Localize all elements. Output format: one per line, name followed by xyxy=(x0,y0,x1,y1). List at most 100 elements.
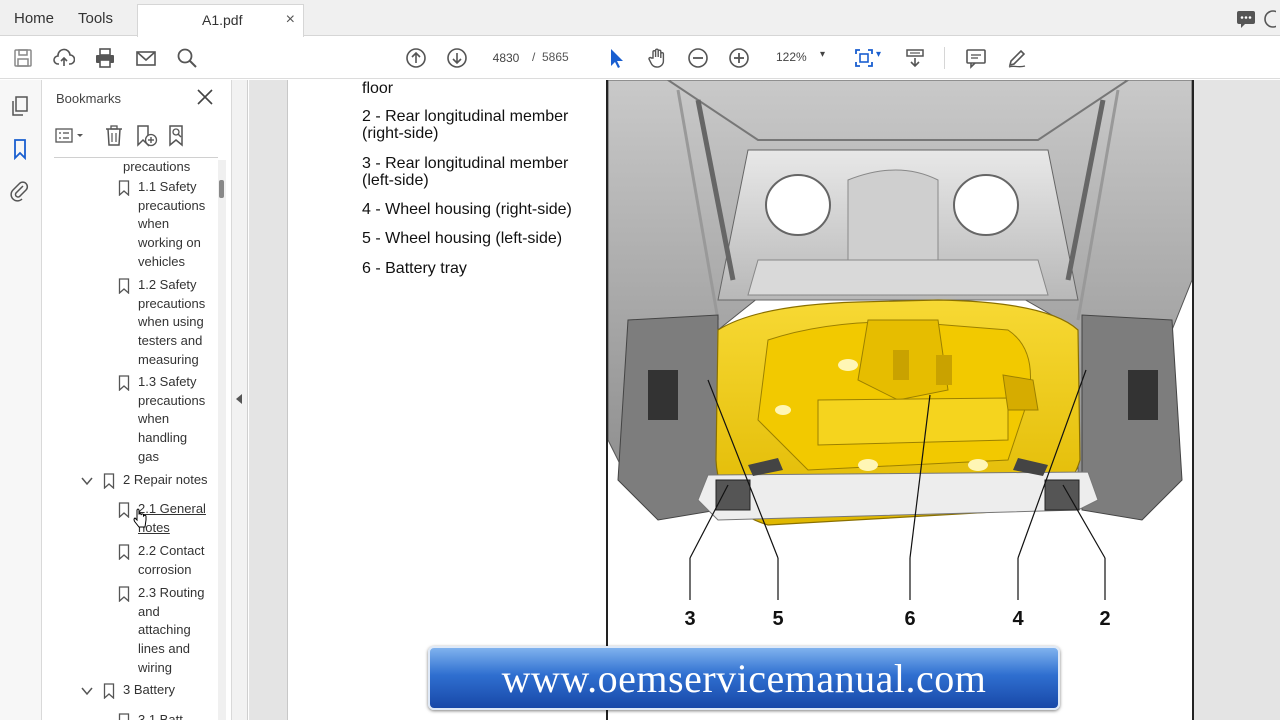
bookmark-item-label: when using xyxy=(138,314,204,330)
bookmark-item[interactable]: precautions xyxy=(123,158,190,177)
scroll-mode-button[interactable] xyxy=(903,46,927,70)
next-page-button[interactable] xyxy=(445,46,469,70)
print-icon xyxy=(96,48,114,68)
save-icon xyxy=(14,49,32,67)
close-tab-button[interactable]: × xyxy=(286,11,295,29)
zoom-out-icon xyxy=(688,48,708,68)
draw-button[interactable] xyxy=(1005,46,1029,70)
pdf-page: floor 2 - Rear longitudinal member (right-… xyxy=(287,80,1194,720)
watermark-banner: www.oemservicemanual.com xyxy=(428,646,1060,710)
zoom-in-icon xyxy=(729,48,749,68)
bookmark-item-label: wiring xyxy=(138,659,172,675)
bookmark-icon[interactable] xyxy=(118,180,130,196)
bookmark-item[interactable]: 2.3 Routing and attaching lines and wiring xyxy=(138,584,205,678)
bookmark-icon[interactable] xyxy=(118,544,130,560)
hand-tool-button[interactable] xyxy=(645,46,669,70)
help-icon[interactable] xyxy=(1264,9,1276,29)
bookmark-options-icon[interactable] xyxy=(54,124,88,148)
bookmark-item[interactable]: 3 Battery xyxy=(123,681,175,700)
fit-page-chevron-icon[interactable]: ▾ xyxy=(876,49,881,60)
select-tool-button[interactable] xyxy=(604,46,628,70)
vehicle-underbody-illustration: 3 5 6 4 2 xyxy=(607,80,1193,630)
bookmark-item-label: corrosion xyxy=(138,561,192,577)
new-bookmark-icon[interactable] xyxy=(134,124,158,148)
previous-page-button[interactable] xyxy=(404,46,428,70)
bookmark-item[interactable]: 3.1 Batt xyxy=(138,711,183,720)
tab-bar: Home Tools A1.pdf × xyxy=(0,0,1280,37)
bookmark-item-label: 2 Repair notes xyxy=(123,472,208,487)
zoom-in-button[interactable] xyxy=(727,46,751,70)
bookmark-item-label: 2.2 Contact xyxy=(138,543,205,558)
bookmark-scrollbar[interactable] xyxy=(218,160,226,720)
tools-tab[interactable]: Tools xyxy=(78,10,113,27)
fit-page-button[interactable] xyxy=(852,46,876,70)
bookmark-item[interactable]: 2 Repair notes xyxy=(123,471,208,490)
bookmark-item[interactable]: 2.1 General notes xyxy=(138,500,206,537)
bookmark-icon[interactable] xyxy=(118,586,130,602)
bookmark-icon[interactable] xyxy=(118,375,130,391)
page-separator: / xyxy=(532,50,536,64)
chevron-down-icon[interactable] xyxy=(81,475,93,487)
document-tab[interactable]: A1.pdf × xyxy=(137,4,304,37)
bookmark-item-label: notes xyxy=(138,519,170,535)
page-number-input[interactable] xyxy=(484,46,528,70)
delete-bookmark-icon[interactable] xyxy=(102,124,126,148)
bookmark-item-label: precautions xyxy=(138,392,206,408)
bookmark-icon[interactable] xyxy=(103,683,115,699)
search-icon xyxy=(177,48,197,68)
close-panel-icon[interactable] xyxy=(196,88,214,106)
total-pages: 5865 xyxy=(542,50,569,64)
search-button[interactable] xyxy=(175,46,199,70)
print-button[interactable] xyxy=(93,46,117,70)
callout-label: 3 xyxy=(684,608,695,630)
bookmark-item-label: vehicles xyxy=(138,253,185,269)
attachments-icon[interactable] xyxy=(9,180,31,202)
scrollbar-thumb[interactable] xyxy=(219,180,224,198)
fit-page-icon xyxy=(855,49,873,67)
upload-button[interactable] xyxy=(52,46,76,70)
upload-cloud-icon xyxy=(53,48,75,66)
legend-line: 6 - Battery tray xyxy=(362,260,467,277)
save-button[interactable] xyxy=(11,46,35,70)
bookmark-item[interactable]: 2.2 Contact corrosion xyxy=(138,542,205,579)
bookmark-item-label: precautions xyxy=(138,295,206,311)
document-viewport[interactable]: floor 2 - Rear longitudinal member (right-… xyxy=(249,80,1280,720)
bookmark-item[interactable]: 1.3 Safety precautions when handling gas xyxy=(138,373,205,467)
main-toolbar: / 5865 122% ▾ ▾ xyxy=(0,37,1280,79)
bookmark-item[interactable]: 1.1 Safety precautions when working on vehic… xyxy=(138,178,205,272)
bookmark-icon[interactable] xyxy=(118,713,130,720)
page-up-icon xyxy=(406,48,426,68)
zoom-out-button[interactable] xyxy=(686,46,710,70)
bookmark-item-label: 1.3 Safety xyxy=(138,374,197,389)
bookmark-item-label: 1.2 Safety xyxy=(138,277,197,292)
bookmark-item-label: 3 Battery xyxy=(123,682,176,697)
callout-label: 2 xyxy=(1099,608,1110,630)
page-thumbnails-icon[interactable] xyxy=(9,95,31,117)
zoom-value: 122% xyxy=(776,50,807,64)
legend-line: 5 - Wheel housing (left-side) xyxy=(362,230,563,247)
legend-line: 4 - Wheel housing (right-side) xyxy=(362,201,572,218)
bookmark-item-label: 2.3 Routing xyxy=(138,585,205,600)
bookmark-item-label: working on xyxy=(138,235,201,251)
zoom-dropdown[interactable]: 122% ▾ xyxy=(770,46,834,70)
callout-label: 6 xyxy=(904,608,915,630)
bookmark-icon[interactable] xyxy=(118,278,130,294)
pen-icon xyxy=(1008,49,1026,68)
collapse-panel-icon[interactable] xyxy=(236,394,242,404)
hand-icon xyxy=(648,48,665,68)
add-comment-button[interactable] xyxy=(964,46,988,70)
bookmark-item-label: when xyxy=(138,411,170,427)
bookmark-panel-icon[interactable] xyxy=(9,138,31,160)
home-tab[interactable]: Home xyxy=(14,10,54,27)
bookmark-icon[interactable] xyxy=(103,473,115,489)
comment-chat-icon[interactable] xyxy=(1236,9,1256,29)
chevron-down-icon[interactable] xyxy=(81,685,93,697)
email-button[interactable] xyxy=(134,46,158,70)
find-bookmark-icon[interactable] xyxy=(166,124,190,148)
bookmark-item[interactable]: 1.2 Safety precautions when using testers a… xyxy=(138,276,205,370)
bookmark-icon[interactable] xyxy=(118,502,130,518)
bookmark-item-label: 2.1 General xyxy=(138,501,206,516)
panel-splitter[interactable] xyxy=(232,80,248,720)
select-cursor-icon xyxy=(611,49,623,68)
comment-icon xyxy=(966,49,986,69)
